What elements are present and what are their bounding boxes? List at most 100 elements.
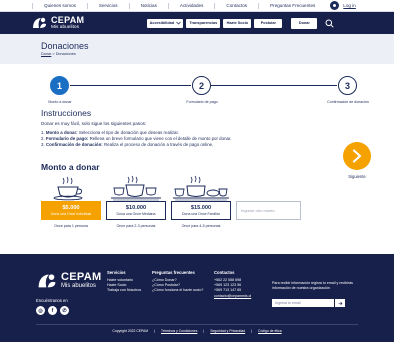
donation-amount-box: $10.000 Dona una Once Mediana [106, 201, 166, 220]
toplink-contactos[interactable]: Contactos [214, 2, 258, 9]
footer-logo[interactable]: CEPAM Mis abuelitos [36, 272, 101, 290]
breadcrumb: Donar > Donaciones [41, 52, 394, 56]
newsletter-text: Para recibir información regisra tu emai… [272, 281, 353, 290]
hazte-socio-button[interactable]: Hazte Socio [223, 18, 252, 28]
user-icon[interactable] [330, 1, 340, 10]
footer-column-title: Servicios [107, 270, 126, 275]
instruction-number: 1. [41, 130, 45, 135]
donation-option-familiar[interactable]: $15.000 Dona una Once Familiar Once para… [171, 175, 231, 228]
footer-column-title: Preguntas frecuentes [152, 270, 195, 275]
donation-people: Once para 1 persona [54, 224, 88, 228]
newsletter-send-button[interactable] [335, 299, 345, 307]
contact-email-link[interactable]: contacto@cepammis.cl [214, 294, 251, 299]
brand-name: CEPAM [51, 15, 85, 25]
footer-brand-name: CEPAM [61, 271, 102, 283]
single-cup-icon [53, 176, 83, 201]
family-tea-icon [173, 175, 229, 201]
transparencias-button[interactable]: Transparencias [186, 18, 221, 28]
instruction-bold: Formulario de pago: [45, 136, 89, 141]
footer-divider [36, 324, 358, 325]
instagram-icon[interactable]: ◎ [36, 306, 45, 315]
step-connector [70, 85, 191, 86]
ethics-link[interactable]: Código de ética [258, 329, 282, 333]
instruction-text: Selecciona el tipo de donación que desea… [77, 130, 179, 135]
step-2-label: Formulario de pago [186, 100, 218, 104]
toplink-quienes-somos[interactable]: Quienes somos [32, 2, 87, 9]
footer-bottom-bar: Copyright 2022 CEPAM | Términos y Condic… [0, 329, 394, 333]
postular-button[interactable]: Postular [254, 18, 283, 28]
chevron-right-icon [352, 149, 362, 163]
donation-title: Monto a donar [41, 162, 100, 172]
instructions-list: 1. Monto a donar: Selecciona el tipo de … [41, 130, 341, 148]
page-title: Donaciones [41, 41, 89, 51]
breadcrumb-separator: > [52, 52, 55, 56]
site-footer: CEPAM Mis abuelitos Encuéntranos en ◎ f … [0, 254, 394, 342]
step-2-circle: 2 [192, 76, 211, 95]
main-navbar: CEPAM Mis abuelitos Accesibilidad Transp… [0, 12, 394, 34]
social-links: ◎ f ✆ [36, 306, 69, 315]
logo-icon [38, 274, 56, 288]
instruction-number: 2. [41, 136, 45, 141]
toplink-preguntas-frecuentes[interactable]: Preguntas Frecuentes [258, 2, 326, 9]
page-header: Donaciones Donar > Donaciones [0, 34, 394, 64]
accesibilidad-label: Accesibilidad [149, 21, 175, 25]
copyright-text: Copyright 2022 CEPAM [112, 329, 149, 333]
next-label: Siguiente [348, 174, 366, 179]
breadcrumb-current: Donaciones [55, 52, 76, 56]
step-indicator: 1 2 3 Monto a donar Formulario de pago C… [0, 74, 394, 108]
footer-column-contactos: Contactos +562 22 558 698 +569 123 123 5… [214, 270, 251, 299]
logo-icon [33, 17, 46, 28]
chevron-down-icon [176, 21, 181, 25]
divider: | [203, 329, 205, 333]
donation-option-individual[interactable]: $5.000 Dona una Once Individual Once par… [41, 175, 101, 228]
instructions-title: Instrucciones [41, 108, 92, 118]
toplink-servicios[interactable]: Servicios [86, 2, 129, 9]
whatsapp-icon[interactable]: ✆ [60, 306, 69, 315]
step-3-label: Confirmación de donación [327, 100, 369, 104]
brand-tagline: Mis abuelitos [51, 25, 79, 30]
step-connector [211, 85, 337, 86]
donation-amount-box: $5.000 Dona una Once Individual [41, 201, 101, 220]
breadcrumb-home-link[interactable]: Donar [41, 52, 51, 56]
donation-desc: Dona una Once Individual [50, 212, 92, 216]
top-utility-bar: Quienes somos Servicios Noticias Activid… [0, 0, 394, 12]
donation-desc: Dona una Once Mediana [116, 212, 156, 216]
footer-link[interactable]: ¿Cómo funciona el hazte socio? [152, 288, 203, 293]
toplink-noticias[interactable]: Noticias [128, 2, 168, 9]
newsletter-email-input[interactable]: Ingresa tu email [272, 299, 334, 307]
next-button[interactable] [343, 142, 371, 170]
instruction-item: 3. Confirmación de donación: Realiza el … [41, 142, 341, 148]
instructions-intro: Donar es muy fácil, solo sigue los sigui… [41, 121, 147, 126]
donation-amount-box: $15.000 Dona una Once Familiar [171, 201, 231, 220]
footer-column-preguntas: Preguntas frecuentes ¿Cómo Donar? ¿Cómo … [152, 270, 203, 294]
instruction-text: Rellena un breve formulario que viene co… [88, 136, 232, 141]
terms-link[interactable]: Términos y Condiciones [161, 329, 197, 333]
divider: | [251, 329, 253, 333]
step-1-label: Monto a donar [48, 100, 72, 104]
instruction-number: 3. [41, 142, 45, 147]
instruction-bold: Confirmación de donación: [45, 142, 103, 147]
privacy-link[interactable]: Seguridad y Privacidad [210, 329, 245, 333]
footer-column-title: Contactos [214, 270, 235, 275]
donation-amount: $15.000 [190, 205, 212, 211]
footer-link[interactable]: Trabaja con Nosotros [107, 288, 141, 293]
arrow-right-icon [338, 301, 342, 305]
accesibilidad-dropdown[interactable]: Accesibilidad [147, 18, 184, 28]
footer-column-servicios: Servicios Hazte voluntario Hazte Socio T… [107, 270, 141, 294]
divider: | [154, 329, 156, 333]
donation-people: Once para 2-3 personas [116, 224, 156, 228]
donation-options: $5.000 Dona una Once Individual Once par… [41, 175, 301, 228]
toplink-actividades[interactable]: Actividades [167, 2, 215, 9]
social-title: Encuéntranos en [36, 298, 68, 303]
search-icon[interactable] [325, 19, 334, 28]
instruction-text: Realiza el proceso de donación a través … [102, 142, 214, 147]
footer-brand-tagline: Mis abuelitos [61, 283, 97, 289]
step-1-circle: 1 [50, 76, 69, 95]
donation-amount: $5.000 [62, 205, 80, 211]
login-link[interactable]: Log in [343, 3, 356, 8]
donar-button[interactable]: Donar [291, 17, 318, 29]
facebook-icon[interactable]: f [48, 306, 57, 315]
brand-logo[interactable]: CEPAM Mis abuelitos [31, 16, 84, 30]
donation-option-mediana[interactable]: $10.000 Dona una Once Mediana Once para … [106, 175, 166, 228]
other-amount-input[interactable]: Ingrese otro monto [236, 201, 301, 220]
